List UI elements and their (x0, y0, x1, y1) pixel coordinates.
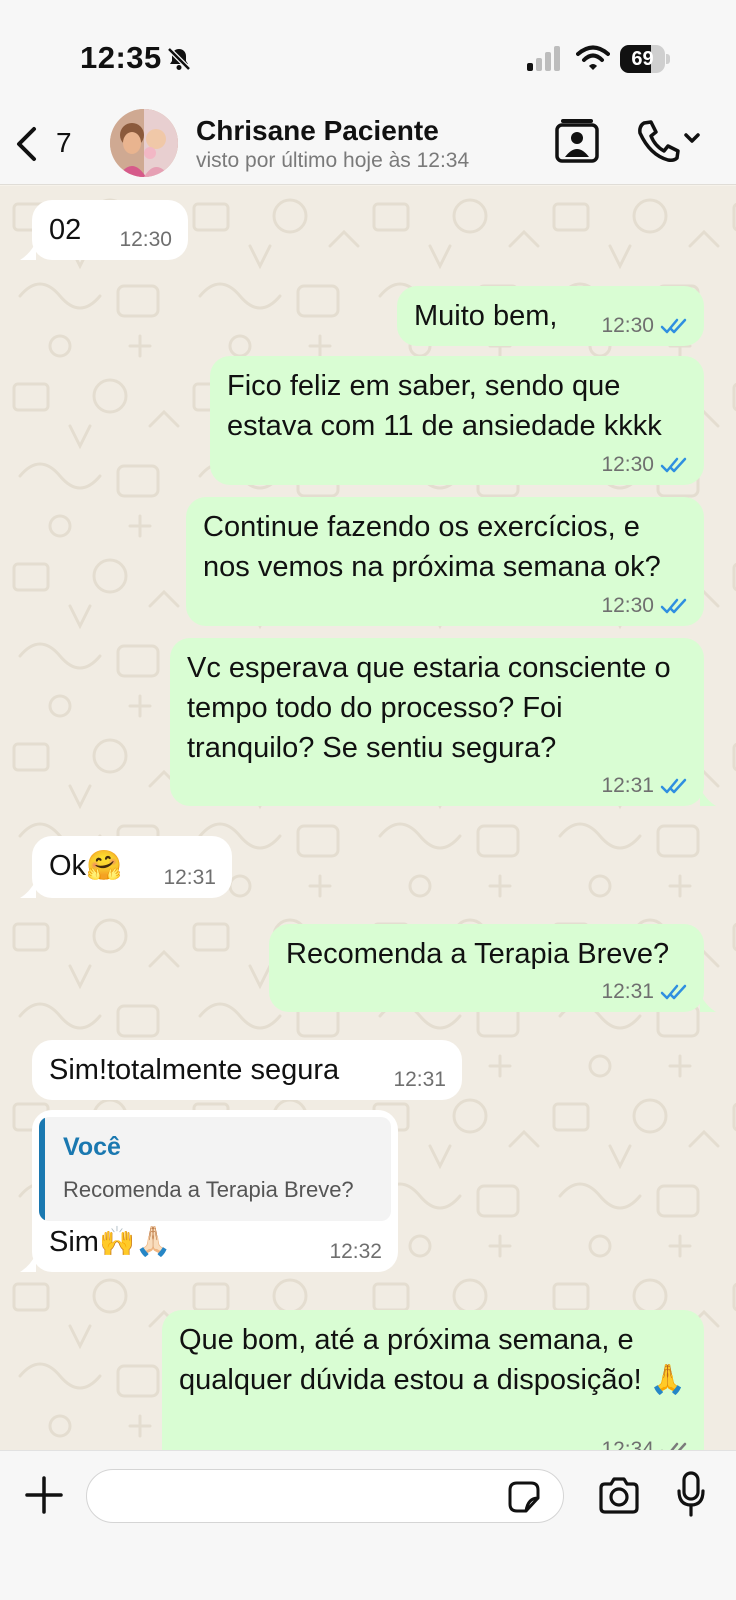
message-text: Continue fazendo os exercícios, e nos ve… (203, 511, 661, 583)
message-incoming[interactable]: Sim!totalmente segura 12:31 (32, 1040, 462, 1100)
read-ticks-icon (660, 598, 687, 614)
bubble-tail (20, 1254, 36, 1272)
message-time: 12:31 (163, 866, 216, 889)
plus-attach-button[interactable] (24, 1475, 64, 1515)
message-text: Muito bem, (414, 300, 558, 332)
message-time: 12:31 (601, 980, 688, 1004)
wifi-icon (576, 45, 610, 70)
last-seen-status: visto por último hoje às 12:34 (196, 149, 470, 172)
bubble-tail (700, 994, 716, 1012)
camera-icon[interactable] (597, 1476, 641, 1516)
message-incoming[interactable]: 02 12:30 (32, 200, 188, 260)
chevron-left-icon (17, 127, 36, 161)
bubble-tail (700, 788, 716, 806)
message-time: 12:31 (601, 774, 688, 798)
message-time: 12:31 (393, 1068, 446, 1091)
quote-author: Você (63, 1133, 121, 1161)
quote-text: Recomenda a Terapia Breve? (63, 1177, 354, 1202)
message-text: Que bom, até a próxima semana, e qualque… (179, 1324, 686, 1396)
message-time: 12:30 (601, 453, 688, 477)
message-time: 12:30 (119, 228, 172, 251)
message-outgoing[interactable]: Fico feliz em saber, sendo que estava co… (210, 356, 704, 485)
contact-name[interactable]: Chrisane Paciente (196, 115, 439, 147)
video-call-button[interactable] (555, 117, 599, 163)
status-time: 12:35 (80, 40, 162, 75)
message-outgoing[interactable]: Continue fazendo os exercícios, e nos ve… (186, 497, 704, 626)
unread-count: 7 (56, 127, 72, 158)
message-text: 02 (49, 214, 82, 246)
message-outgoing[interactable]: Vc esperava que estaria consciente o tem… (170, 638, 704, 806)
quote-accent-bar (39, 1117, 45, 1221)
message-text: Sim!totalmente segura (49, 1054, 340, 1086)
back-button[interactable]: 7 (14, 120, 84, 164)
read-ticks-icon (660, 457, 687, 473)
cellular-signal-icon (527, 46, 560, 71)
status-bar: 12:35 69 (0, 0, 736, 105)
bubble-tail (20, 242, 36, 260)
delivered-ticks-icon (661, 1442, 687, 1450)
message-time: 12:30 (601, 314, 688, 338)
message-text: Ok🤗 (49, 850, 123, 882)
chat-area[interactable]: 02 12:30 Muito bem, 12:30 Fico feliz em … (0, 186, 736, 1450)
message-outgoing[interactable]: Que bom, até a próxima semana, e qualque… (162, 1310, 704, 1450)
battery-icon: 69 (620, 45, 670, 73)
quoted-message[interactable]: Você Recomenda a Terapia Breve? (39, 1117, 391, 1221)
message-outgoing[interactable]: Muito bem, 12:30 (397, 286, 704, 346)
message-text: Recomenda a Terapia Breve? (286, 938, 670, 970)
message-text: Fico feliz em saber, sendo que estava co… (227, 370, 662, 442)
message-text: Vc esperava que estaria consciente o tem… (187, 652, 671, 764)
avatar-image (110, 109, 178, 177)
bell-slash-icon (167, 47, 191, 71)
message-input-bar (0, 1450, 736, 1600)
message-time: 12:30 (601, 594, 688, 618)
phone-call-button[interactable] (636, 119, 702, 163)
bubble-tail (20, 880, 36, 898)
read-ticks-icon (660, 984, 687, 1000)
read-ticks-icon (660, 318, 687, 334)
message-time: 12:34 (601, 1438, 688, 1450)
sticker-icon[interactable] (506, 1480, 542, 1514)
microphone-icon[interactable] (676, 1471, 706, 1517)
message-incoming-reply[interactable]: Você Recomenda a Terapia Breve? Sim🙌🙏🏻 1… (32, 1110, 398, 1272)
message-incoming[interactable]: Ok🤗 12:31 (32, 836, 232, 898)
battery-percent: 69 (631, 48, 654, 70)
message-text: Sim🙌🙏🏻 (49, 1226, 172, 1258)
message-time: 12:32 (329, 1240, 382, 1263)
chat-header: 7 Chrisane Paciente visto por último hoj… (0, 105, 736, 185)
message-input[interactable] (86, 1469, 564, 1523)
avatar[interactable] (110, 109, 178, 177)
read-ticks-icon (660, 778, 687, 794)
message-outgoing[interactable]: Recomenda a Terapia Breve? 12:31 (269, 924, 704, 1012)
